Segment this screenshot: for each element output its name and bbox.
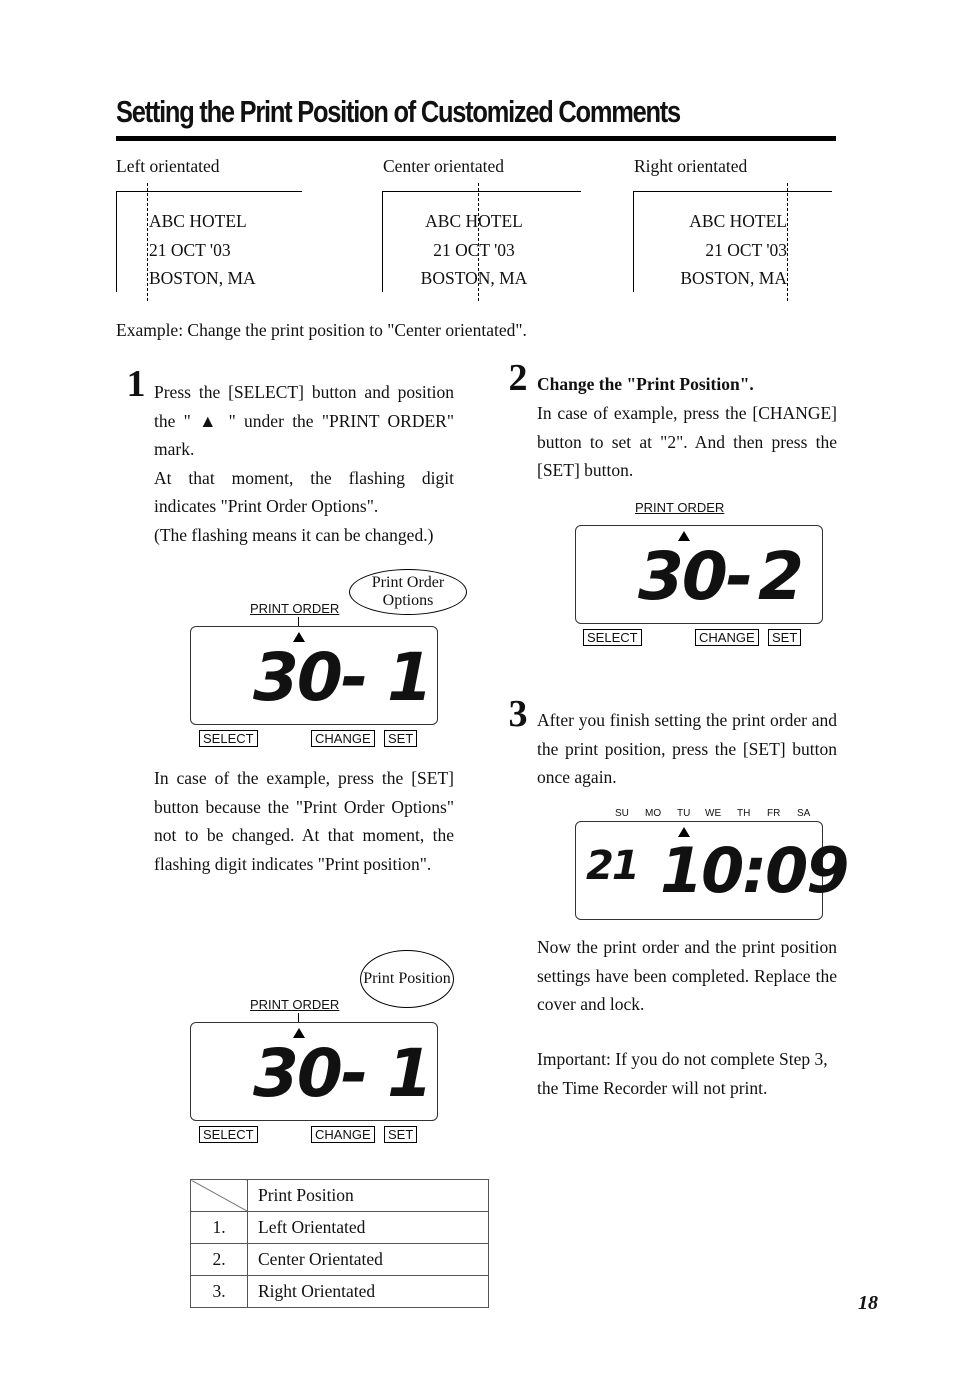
paper-edge [633,191,832,192]
lcd-digits: 30- [253,639,368,716]
alignment-line [147,183,148,301]
change-button[interactable]: CHANGE [311,730,375,747]
right-orientated-label: Right orientated [634,156,748,176]
table-row: 2. Center Orientated [190,1243,489,1276]
print-order-label: PRINT ORDER [250,601,340,616]
lcd-date: 21 [586,843,640,889]
lcd-digits: 30- [253,1035,368,1112]
day-we: WE [705,808,722,819]
change-button[interactable]: CHANGE [311,1126,375,1143]
manual-page: Setting the Print Position of Customized… [0,0,954,1374]
day-fr: FR [767,808,781,819]
step2-heading: Change the "Print Position". [537,374,754,394]
day-th: TH [737,808,751,819]
set-button[interactable]: SET [384,730,418,747]
set-button[interactable]: SET [768,629,802,646]
title-rule [116,136,836,141]
select-button[interactable]: SELECT [199,1126,258,1143]
lcd-display: 21 10:09 [575,821,849,920]
day-tu: TU [677,808,691,819]
lcd-display: 30- 1 [190,626,438,725]
lcd-digit-flashing: 1 [387,639,433,716]
lcd-display: 30- 1 [190,1022,438,1121]
lcd-digit-flashing: 2 [758,538,804,615]
step1-followup: In case of the example, press the [SET] … [154,768,454,874]
step-number: 3 [501,694,535,734]
table-row: 1. Left Orientated [190,1211,489,1244]
left-orientated-label: Left orientated [116,156,220,176]
lcd-digit-flashing: 1 [387,1035,433,1112]
step-number: 1 [119,364,153,404]
step3-text: After you finish setting the print order… [537,710,837,787]
print-order-label: PRINT ORDER [250,997,340,1012]
select-button[interactable]: SELECT [583,629,642,646]
table-row: 3. Right Orientated [190,1275,489,1308]
lcd-time: 10:09 [660,834,849,907]
step1-text: Press the [SELECT] button and position t… [154,382,454,545]
page-title: Setting the Print Position of Customized… [116,94,681,129]
day-sa: SA [797,808,811,819]
set-button[interactable]: SET [384,1126,418,1143]
step-number: 2 [501,358,535,398]
change-button[interactable]: CHANGE [695,629,759,646]
step2-text: In case of example, press the [CHANGE] b… [537,403,837,480]
lcd-digits: 30- [638,538,753,615]
table-header: Print Position [190,1179,489,1212]
day-mo: MO [645,808,662,819]
center-orientated-label: Center orientated [383,156,504,176]
paper-edge [116,191,302,192]
page-number: 18 [858,1292,878,1314]
paper-edge [116,191,117,292]
right-sample: ABC HOTEL 21 OCT '03 BOSTON, MA [680,211,787,288]
left-sample: ABC HOTEL 21 OCT '03 BOSTON, MA [149,211,256,288]
print-position-table: Print Position 1. Left Orientated 2. Cente… [190,1179,489,1308]
paper-edge [382,191,581,192]
weekday-labels: SU MO TU WE TH FR SA [575,808,821,822]
alignment-line [787,183,788,301]
select-button[interactable]: SELECT [199,730,258,747]
example-text: Example: Change the print position to "C… [116,320,527,340]
completion-text: Now the print order and the print positi… [537,937,837,1014]
callout-bubble: Print Order Options [349,569,467,615]
print-order-label: PRINT ORDER [635,500,725,515]
day-su: SU [615,808,629,819]
callout-bubble: Print Position [360,950,454,1008]
lcd-display: 30- 2 [575,525,823,624]
important-note: Important: If you do not complete Step 3… [537,1049,828,1098]
center-sample: ABC HOTEL 21 OCT '03 BOSTON, MA [420,211,528,288]
